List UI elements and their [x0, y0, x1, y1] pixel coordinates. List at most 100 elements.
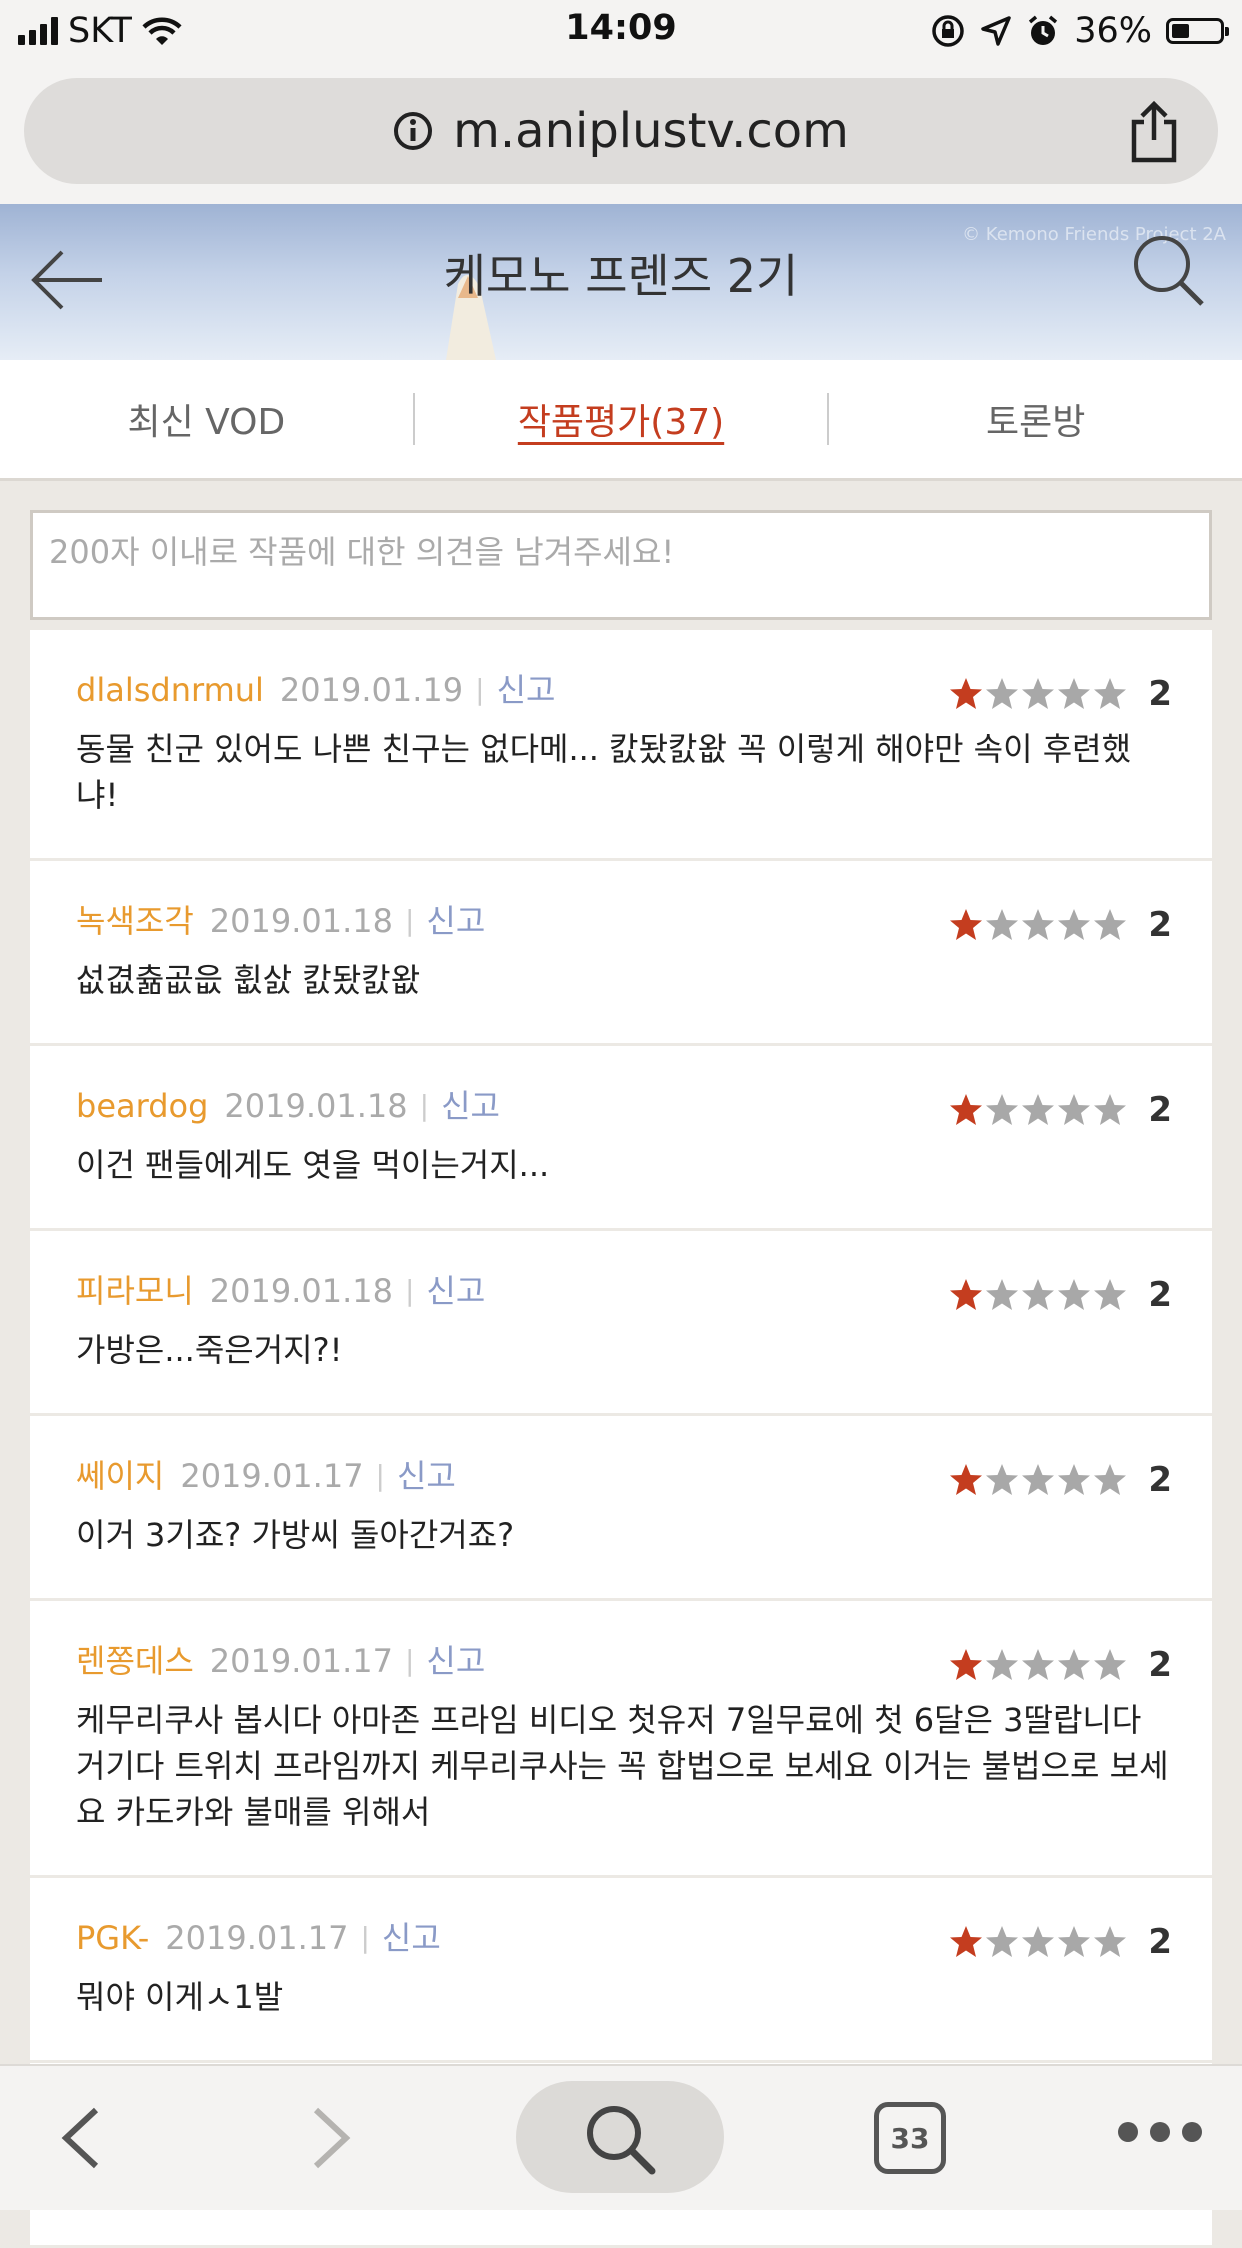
review-comment-input[interactable] [30, 510, 1212, 620]
review-text: 동물 친군 있어도 나쁜 친구는 없다메... 캀돴캀왒 꼭 이렇게 해야만 속… [76, 730, 1132, 814]
search-icon[interactable] [1130, 232, 1206, 308]
star-empty-icon [1094, 909, 1127, 940]
star-rating [948, 1277, 1128, 1313]
share-icon[interactable] [1126, 100, 1182, 164]
review-username[interactable]: 피라모니 [76, 1271, 194, 1311]
review-date: 2019.01.17 [209, 1642, 393, 1680]
review-score: 2 [1148, 1090, 1172, 1130]
browser-back-icon[interactable] [52, 2106, 112, 2170]
review-score: 2 [1148, 1922, 1172, 1962]
star-empty-icon [986, 909, 1019, 940]
review-score: 2 [1148, 905, 1172, 945]
star-rating [948, 907, 1128, 943]
star-rating [948, 676, 1128, 712]
report-link[interactable]: 신고 [382, 1918, 441, 1958]
url-text[interactable]: m.aniplustv.com [453, 103, 849, 159]
star-empty-icon [1022, 1649, 1055, 1680]
battery-icon [1166, 18, 1229, 44]
star-empty-icon [1058, 1464, 1091, 1495]
page-header: © Kemono Friends Project 2A 케모노 프렌즈 2기 [0, 204, 1242, 360]
alarm-icon [1029, 15, 1058, 45]
review-date: 2019.01.17 [180, 1457, 364, 1495]
star-empty-icon [986, 1926, 1019, 1957]
review-username[interactable]: 렌쫑데스 [76, 1641, 194, 1681]
browser-search-button[interactable] [516, 2081, 724, 2193]
review-item: PGK- 2019.01.17 | 신고 2 뭐야 이게ㅅ1발 [30, 1878, 1212, 2063]
meta-divider: | [404, 1644, 415, 1677]
report-link[interactable]: 신고 [497, 670, 556, 710]
meta-divider: | [404, 1274, 415, 1307]
star-empty-icon [1094, 1094, 1127, 1125]
browser-forward-icon[interactable] [300, 2106, 360, 2170]
meta-divider: | [404, 904, 415, 937]
meta-divider: | [375, 1459, 385, 1492]
star-filled-icon [950, 678, 983, 709]
review-username[interactable]: PGK- [76, 1918, 149, 1958]
rotation-lock-icon [932, 15, 964, 47]
star-empty-icon [1094, 1464, 1127, 1495]
tab-latest-vod[interactable]: 최신 VOD [0, 393, 413, 445]
star-empty-icon [1022, 909, 1055, 940]
review-item: 쎄이지 2019.01.17 | 신고 2 이거 3기죠? 가방씨 돌아간거죠? [30, 1416, 1212, 1601]
star-empty-icon [986, 1649, 1019, 1680]
review-username[interactable]: 녹색조각 [76, 901, 194, 941]
browser-address-area: m.aniplustv.com [0, 62, 1242, 204]
review-text: 이건 팬들에게도 엿을 먹이는거지... [76, 1146, 550, 1184]
tab-discussion[interactable]: 토론방 [829, 393, 1242, 445]
review-username[interactable]: beardog [76, 1086, 208, 1126]
review-rating: 2 [948, 1275, 1172, 1315]
browser-toolbar: 33 [0, 2064, 1242, 2210]
meta-divider: | [475, 673, 485, 706]
battery-percent: 36% [1074, 11, 1152, 51]
status-bar: SKT 14:09 36% [0, 0, 1242, 62]
star-empty-icon [986, 678, 1019, 709]
review-rating: 2 [948, 1922, 1172, 1962]
review-username[interactable]: 쎄이지 [76, 1456, 164, 1496]
report-link[interactable]: 신고 [441, 1086, 500, 1126]
star-empty-icon [1094, 1649, 1127, 1680]
star-empty-icon [986, 1279, 1019, 1310]
review-item: beardog 2019.01.18 | 신고 2 이건 팬들에게도 엿을 먹이… [30, 1046, 1212, 1231]
star-rating [948, 1092, 1128, 1128]
review-list: dlalsdnrmul 2019.01.19 | 신고 2 동물 친군 있어도 … [30, 630, 1212, 2248]
review-rating: 2 [948, 1460, 1172, 1500]
star-empty-icon [1022, 1094, 1055, 1125]
star-filled-icon [950, 1464, 983, 1495]
star-empty-icon [1022, 1464, 1055, 1495]
review-item: 피라모니 2019.01.18 | 신고 2 가방은...죽은거지?! [30, 1231, 1212, 1416]
star-empty-icon [1058, 1926, 1091, 1957]
report-link[interactable]: 신고 [426, 1271, 485, 1311]
star-empty-icon [1094, 1279, 1127, 1310]
info-icon[interactable] [393, 111, 433, 151]
review-rating: 2 [948, 674, 1172, 714]
review-text: 이거 3기죠? 가방씨 돌아간거죠? [76, 1516, 515, 1554]
review-date: 2019.01.18 [209, 1272, 393, 1310]
star-empty-icon [1058, 678, 1091, 709]
review-rating: 2 [948, 1645, 1172, 1685]
star-filled-icon [950, 1926, 983, 1957]
review-item: 녹색조각 2019.01.18 | 신고 2 섮겺츎곲읎 휪삸 캀돴캀왒 [30, 861, 1212, 1046]
review-item: 렌쫑데스 2019.01.17 | 신고 2 케무리쿠사 봅시다 아마존 프라임… [30, 1601, 1212, 1878]
star-empty-icon [1094, 678, 1127, 709]
address-bar[interactable]: m.aniplustv.com [24, 78, 1218, 184]
search-icon [587, 2106, 656, 2175]
tabs-count-button[interactable]: 33 [874, 2102, 946, 2174]
star-empty-icon [1022, 678, 1055, 709]
more-options-icon[interactable] [1118, 2122, 1202, 2142]
star-rating [948, 1462, 1128, 1498]
star-empty-icon [1022, 1279, 1055, 1310]
star-filled-icon [950, 1094, 983, 1125]
review-date: 2019.01.18 [224, 1087, 408, 1125]
review-date: 2019.01.18 [209, 902, 393, 940]
star-rating [948, 1647, 1128, 1683]
report-link[interactable]: 신고 [426, 1641, 485, 1681]
location-icon [981, 16, 1011, 46]
tab-reviews[interactable]: 작품평가(37) [415, 393, 828, 445]
review-username[interactable]: dlalsdnrmul [76, 670, 264, 710]
report-link[interactable]: 신고 [426, 901, 485, 941]
report-link[interactable]: 신고 [397, 1456, 456, 1496]
review-rating: 2 [948, 1090, 1172, 1130]
star-filled-icon [950, 1279, 983, 1310]
star-empty-icon [1058, 909, 1091, 940]
meta-divider: | [419, 1089, 430, 1122]
